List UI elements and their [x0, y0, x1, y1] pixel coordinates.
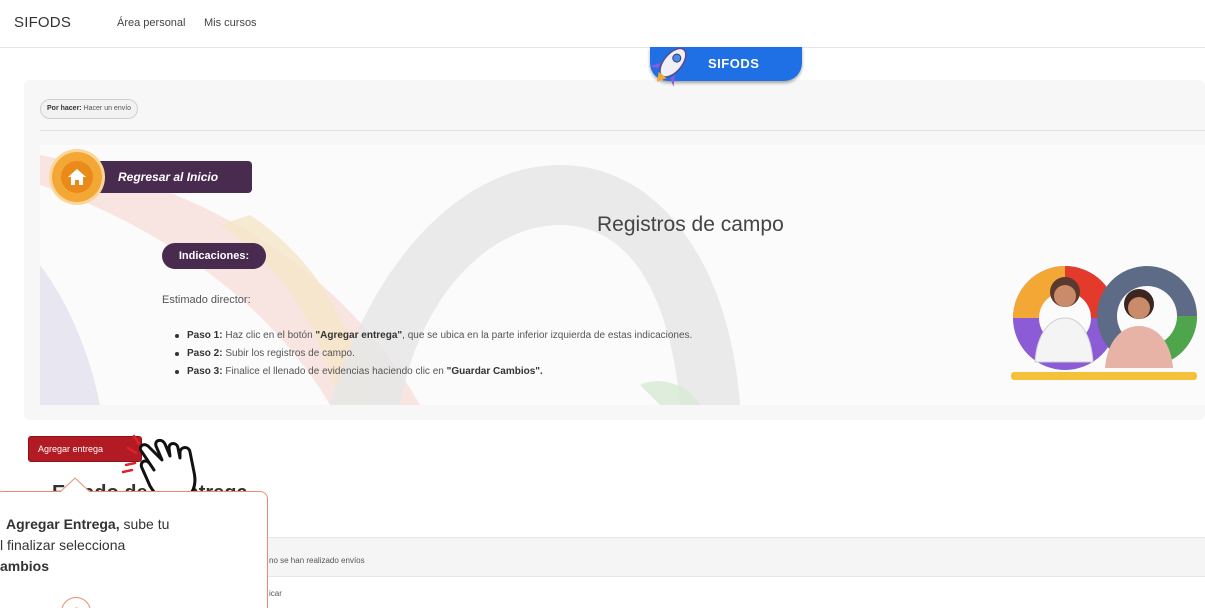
sifods-banner-text: SIFODS — [708, 56, 760, 71]
step-text: Finalice el llenado de evidencias hacien… — [222, 366, 447, 377]
step-item: Paso 2: Subir los registros de campo. — [175, 348, 692, 366]
tooltip-line-3: ambios — [0, 556, 49, 577]
step-text: Haz clic en el botón — [222, 330, 316, 341]
greeting-text: Estimado director: — [162, 294, 251, 306]
top-navbar: SIFODS Área personal Mis cursos — [0, 0, 1205, 48]
brand-logo[interactable]: SIFODS — [14, 14, 71, 31]
steps-list: Paso 1: Haz clic en el botón "Agregar en… — [175, 330, 692, 384]
todo-value: Hacer un envío — [83, 105, 132, 112]
tooltip-line-2: l finalizar selecciona — [0, 537, 126, 553]
nav-link-area-personal[interactable]: Área personal — [117, 17, 186, 29]
home-icon-inner — [61, 161, 93, 193]
step-item: Paso 3: Finalice el llenado de evidencia… — [175, 366, 692, 384]
tooltip-bold: ambios — [0, 558, 50, 574]
home-icon-circle — [52, 152, 102, 202]
step-label: Paso 2: — [187, 348, 223, 359]
page-title: Registros de campo — [597, 213, 784, 236]
todo-badge: Por hacer: Hacer un envío — [40, 99, 139, 119]
teachers-illustration — [1011, 266, 1198, 380]
last-modified-value: icar — [269, 589, 282, 598]
rocket-icon — [649, 47, 687, 87]
tooltip-rest: sube tu — [119, 516, 170, 532]
step-label: Paso 1: — [187, 330, 223, 341]
step-label: Paso 3: — [187, 366, 223, 377]
step-text: Subir los registros de campo. — [222, 348, 355, 359]
back-to-home-button[interactable]: Regresar al Inicio — [52, 152, 252, 204]
step-bold: "Guardar Cambios". — [446, 366, 543, 377]
tooltip-arrow — [60, 477, 90, 493]
step-text: , que se ubica en la parte inferior izqu… — [402, 330, 693, 341]
back-button-label: Regresar al Inicio — [118, 170, 219, 184]
nav-link-mis-cursos[interactable]: Mis cursos — [204, 17, 257, 29]
indicaciones-badge: Indicaciones: — [162, 243, 266, 269]
card-divider — [40, 130, 1205, 131]
home-icon — [68, 169, 86, 185]
step-item: Paso 1: Haz clic en el botón "Agregar en… — [175, 330, 692, 348]
tooltip-line-1: Agregar Entrega, sube tu — [6, 514, 169, 535]
tooltip-bold: Agregar Entrega, — [6, 516, 120, 532]
step-bold: "Agregar entrega" — [315, 330, 403, 341]
todo-label: Por hacer: — [47, 105, 82, 112]
submission-status-value: no se han realizado envíos — [269, 556, 365, 565]
